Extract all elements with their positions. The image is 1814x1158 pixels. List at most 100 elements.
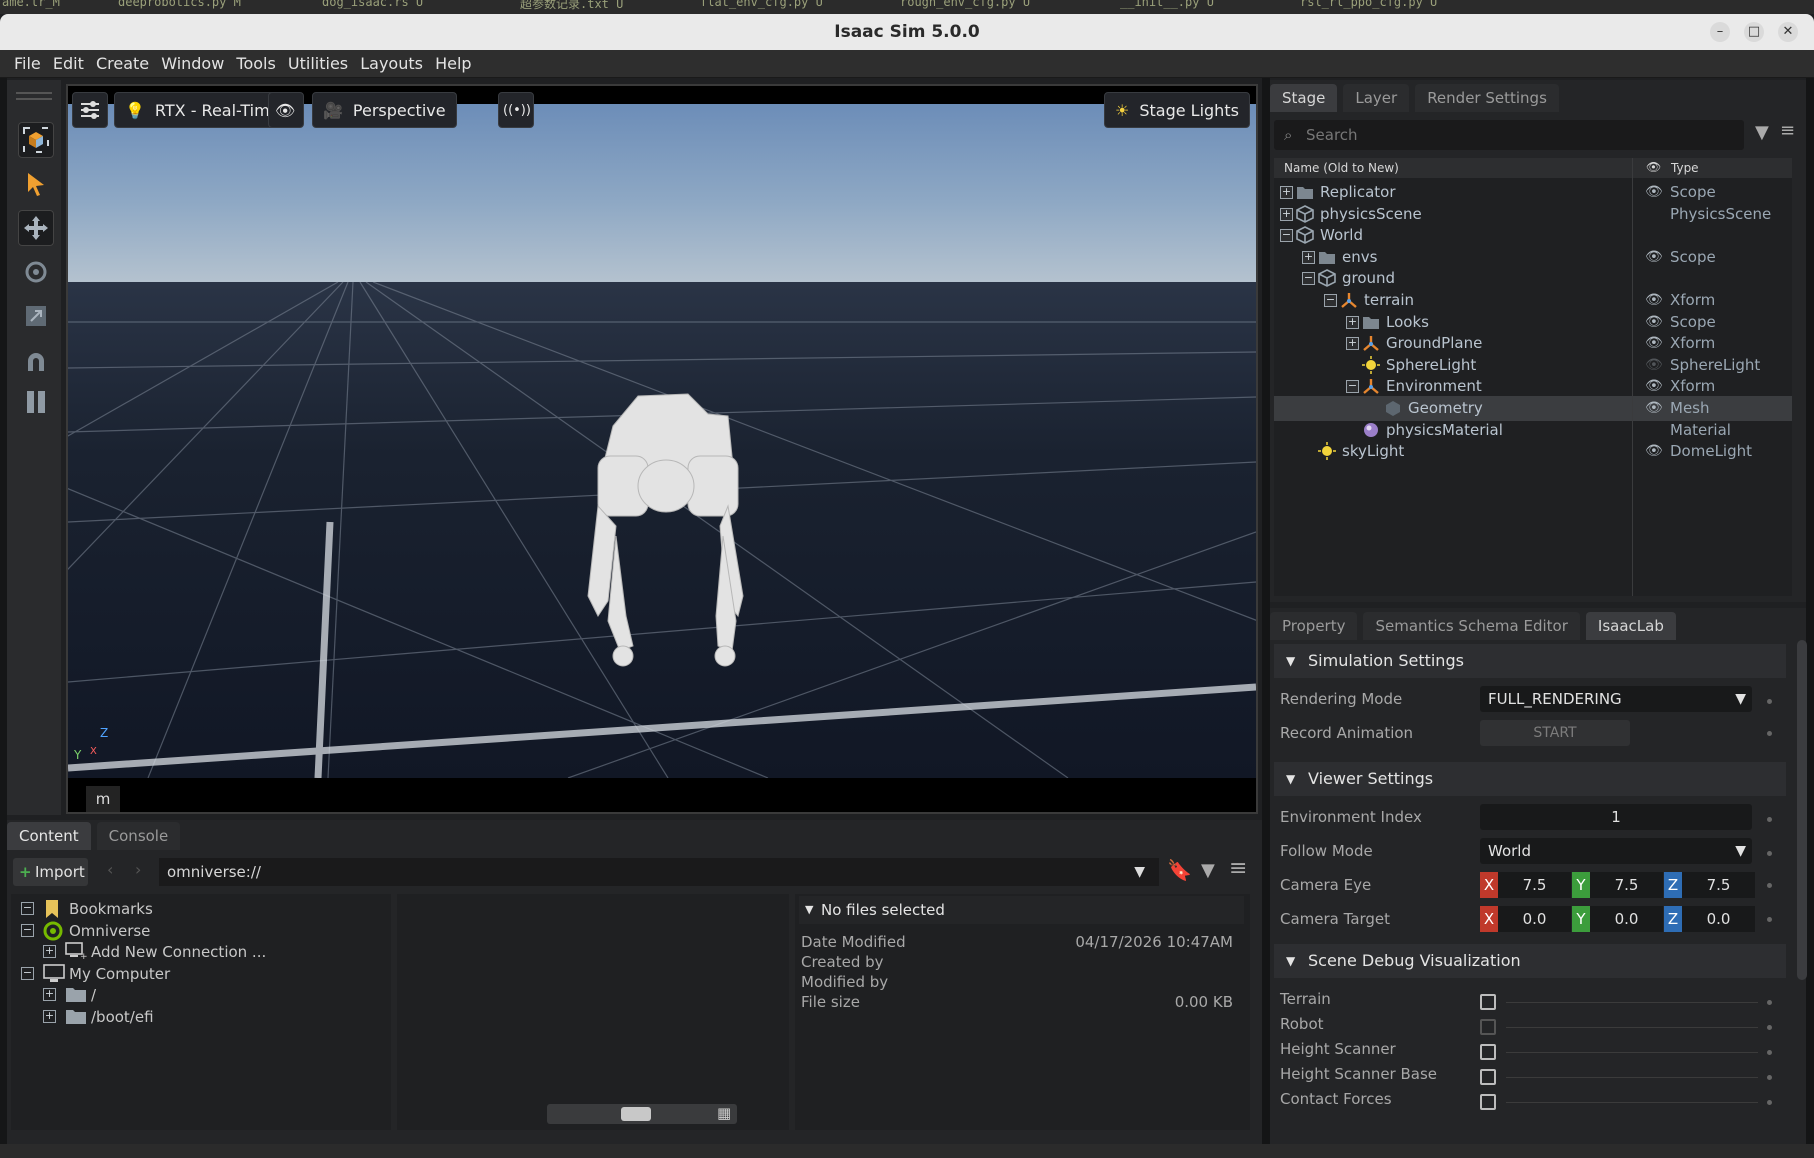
expand-toggle-icon[interactable]: − — [21, 902, 34, 915]
menu-tools[interactable]: Tools — [236, 50, 275, 78]
menu-file[interactable]: File — [14, 50, 41, 78]
thumbnail-size-slider[interactable]: ▦ — [547, 1104, 737, 1124]
reset-dot[interactable] — [1767, 699, 1772, 704]
reset-dot[interactable] — [1767, 731, 1772, 736]
maximize-button[interactable]: □ — [1744, 22, 1764, 42]
units-badge[interactable]: m — [86, 786, 120, 812]
renderer-button[interactable]: 💡 RTX - Real-Time — [114, 92, 291, 128]
reset-dot[interactable] — [1767, 1000, 1772, 1005]
content-tree-item[interactable]: + / — [11, 984, 381, 1006]
tab-render-settings[interactable]: Render Settings — [1415, 84, 1559, 112]
content-tree-item[interactable]: − Bookmarks — [11, 898, 381, 920]
menu-help[interactable]: Help — [435, 50, 471, 78]
select-mode-icon[interactable] — [18, 122, 54, 158]
eye-icon[interactable]: 👁 — [1645, 439, 1663, 464]
viewport-settings-button[interactable] — [72, 92, 108, 128]
follow-mode-select[interactable]: World ▼ — [1480, 838, 1752, 864]
tab-property[interactable]: Property — [1270, 612, 1358, 640]
rotate-icon[interactable] — [18, 254, 54, 290]
camera-eye-z[interactable]: Z 7.5 — [1664, 872, 1755, 898]
reset-dot[interactable] — [1767, 1025, 1772, 1030]
path-input[interactable]: omniverse:// ▼ — [159, 858, 1159, 886]
file-list[interactable]: ▦ — [397, 894, 789, 1130]
menu-icon[interactable]: ≡ — [1229, 856, 1247, 881]
debug-contact-forces-checkbox[interactable] — [1480, 1094, 1496, 1110]
col-name-header[interactable]: Name (Old to New) — [1284, 161, 1399, 175]
reset-dot[interactable] — [1767, 883, 1772, 888]
content-tree-item[interactable]: + /boot/efi — [11, 1006, 381, 1028]
expand-toggle-icon[interactable]: − — [21, 966, 34, 980]
expand-toggle-icon[interactable]: − — [1302, 272, 1315, 286]
back-icon[interactable]: ‹ — [107, 860, 113, 879]
expand-toggle-icon[interactable]: + — [1280, 207, 1293, 221]
menu-utilities[interactable]: Utilities — [288, 50, 348, 78]
expand-toggle-icon[interactable]: + — [1346, 337, 1359, 351]
visibility-button[interactable]: 👁 — [268, 92, 304, 128]
viewport[interactable]: 💡 RTX - Real-Time 👁 🎥 Perspective ((•)) … — [66, 84, 1258, 814]
property-scrollbar[interactable] — [1797, 640, 1807, 980]
reset-dot[interactable] — [1767, 817, 1772, 822]
expand-toggle-icon[interactable]: + — [43, 1010, 56, 1023]
expand-toggle-icon[interactable]: − — [21, 923, 34, 937]
grid-view-icon[interactable]: ▦ — [717, 1104, 731, 1122]
reset-dot[interactable] — [1767, 1050, 1772, 1055]
reset-dot[interactable] — [1767, 1100, 1772, 1105]
menu-edit[interactable]: Edit — [53, 50, 84, 78]
filter-icon[interactable]: ▼ — [1201, 860, 1215, 881]
filter-icon[interactable]: ▼ — [1755, 122, 1769, 143]
reset-dot[interactable] — [1767, 917, 1772, 922]
tab-isaaclab[interactable]: IsaacLab — [1585, 612, 1676, 640]
reset-dot[interactable] — [1767, 851, 1772, 856]
forward-icon[interactable]: › — [135, 860, 141, 879]
expand-toggle-icon[interactable]: − — [1324, 294, 1337, 307]
expand-toggle-icon[interactable]: + — [1346, 315, 1359, 329]
close-button[interactable]: ✕ — [1778, 22, 1798, 42]
stage-search-input[interactable]: ⌕ Search — [1274, 120, 1744, 150]
expand-toggle-icon[interactable]: + — [43, 988, 56, 1002]
camera-target-x[interactable]: X 0.0 — [1480, 906, 1571, 932]
record-start-button[interactable]: START — [1480, 720, 1630, 746]
tab-console[interactable]: Console — [96, 822, 181, 850]
expand-toggle-icon[interactable]: + — [43, 945, 56, 959]
camera-target-y[interactable]: Y 0.0 — [1572, 906, 1663, 932]
debug-terrain-checkbox[interactable] — [1480, 994, 1496, 1010]
details-header[interactable]: ▼ No files selected — [799, 896, 1244, 924]
tab-semantics-schema-editor[interactable]: Semantics Schema Editor — [1363, 612, 1580, 640]
tab-stage[interactable]: Stage — [1270, 84, 1338, 112]
camera-target-z[interactable]: Z 0.0 — [1664, 906, 1755, 932]
menu-window[interactable]: Window — [161, 50, 224, 78]
tab-layer[interactable]: Layer — [1343, 84, 1410, 112]
debug-height-scanner-base-checkbox[interactable] — [1480, 1069, 1496, 1085]
pointer-icon[interactable] — [18, 166, 54, 202]
expand-toggle-icon[interactable]: + — [1280, 186, 1293, 199]
scale-icon[interactable] — [18, 298, 54, 334]
environment-index-field[interactable]: 1 — [1480, 804, 1752, 830]
content-tree-item[interactable]: − Omniverse — [11, 920, 381, 942]
camera-eye-x[interactable]: X 7.5 — [1480, 872, 1571, 898]
snap-icon[interactable] — [18, 344, 54, 380]
scene-debug-header[interactable]: ▼ Scene Debug Visualization — [1274, 944, 1786, 978]
stage-lights-button[interactable]: ☀ Stage Lights — [1104, 92, 1250, 128]
content-tree-item[interactable]: + + Add New Connection ... — [11, 941, 381, 963]
bookmark-icon[interactable]: 🔖 — [1167, 858, 1192, 882]
move-icon[interactable] — [18, 210, 54, 246]
debug-height-scanner-checkbox[interactable] — [1480, 1044, 1496, 1060]
menu-icon[interactable]: ≡ — [1780, 120, 1795, 141]
toolbar-grip[interactable] — [16, 92, 52, 100]
tab-content[interactable]: Content — [7, 822, 91, 850]
expand-toggle-icon[interactable]: − — [1280, 229, 1293, 243]
camera-eye-y[interactable]: Y 7.5 — [1572, 872, 1663, 898]
col-type-header[interactable]: Type — [1671, 161, 1699, 175]
panel-divider[interactable] — [1262, 78, 1270, 1144]
slider-handle[interactable] — [621, 1107, 651, 1121]
chevron-down-icon[interactable]: ▼ — [1134, 858, 1145, 886]
menu-layouts[interactable]: Layouts — [360, 50, 423, 78]
pause-icon[interactable] — [18, 384, 54, 420]
rendering-mode-select[interactable]: FULL_RENDERING ▼ — [1480, 686, 1752, 712]
broadcast-button[interactable]: ((•)) — [498, 92, 534, 128]
menu-create[interactable]: Create — [96, 50, 149, 78]
content-tree-item[interactable]: − My Computer — [11, 963, 381, 985]
expand-toggle-icon[interactable]: + — [1302, 250, 1315, 264]
camera-button[interactable]: 🎥 Perspective — [312, 92, 457, 128]
viewer-settings-header[interactable]: ▼ Viewer Settings — [1274, 762, 1786, 796]
